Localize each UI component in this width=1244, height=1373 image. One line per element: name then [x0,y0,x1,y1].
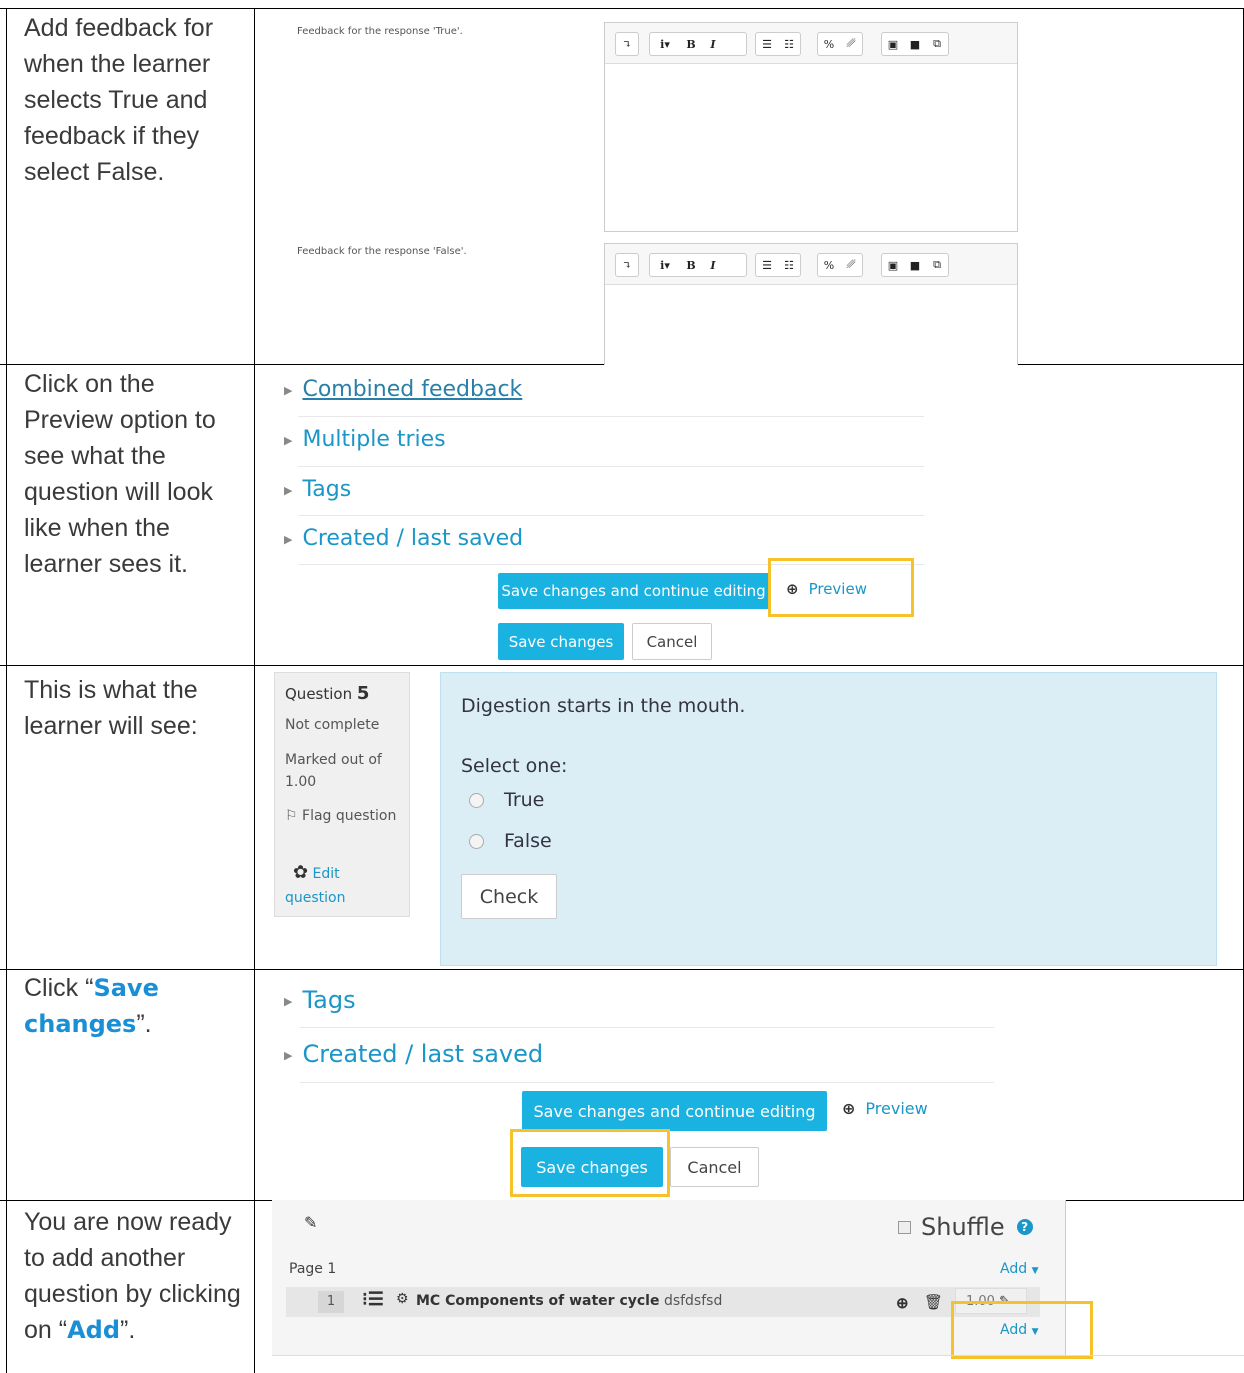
question-number: Question 5 [285,683,370,704]
section-tags[interactable]: ▶ Tags [284,477,351,502]
delete-icon[interactable]: 🗑 [924,1293,943,1311]
video-icon[interactable]: ■ [904,254,926,276]
instruction-save: Click “Save changes”. [24,974,159,1038]
link-icon[interactable]: % [818,33,840,55]
bold-icon[interactable]: B [680,33,702,55]
feedback-false-editor[interactable]: ↴ i ▾ B I ☰ ☷ % ␥ ▣ ■ ⧉ [604,243,1018,365]
question-name[interactable]: MC Components of water cycle dsfdsfsd [416,1293,722,1309]
save-continue-button[interactable]: Save changes and continue editing [522,1091,827,1131]
cancel-button[interactable]: Cancel [632,623,712,660]
unlink-icon[interactable]: ␥ [840,254,862,276]
feedback-true-editor[interactable]: ↴ i ▾ B I ☰ ☷ % ␥ ▣ ■ ⧉ [604,22,1018,232]
unlink-icon[interactable]: ␥ [840,33,862,55]
cancel-button[interactable]: Cancel [670,1147,759,1187]
collapse-icon[interactable]: ↴ [616,33,638,55]
save-continue-button[interactable]: Save changes and continue editing [498,573,769,609]
numbered-list-icon[interactable]: ☷ [778,33,800,55]
highlight-box [768,558,914,617]
question-state: Not complete [285,717,380,733]
radio-false[interactable] [469,834,484,849]
radio-true[interactable] [469,793,484,808]
add-dropdown-top[interactable]: Add ▼ [1000,1261,1038,1277]
video-icon[interactable]: ■ [904,33,926,55]
italic-icon[interactable]: I [702,254,724,276]
italic-icon[interactable]: I [702,33,724,55]
bullet-list-icon[interactable]: ☰ [756,33,778,55]
preview-link[interactable]: ⊕ Preview [842,1099,928,1118]
image-icon[interactable]: ▣ [882,33,904,55]
instruction-learner-view: This is what the learner will see: [24,676,198,740]
italic-menu-icon[interactable]: i ▾ [650,33,680,55]
instruction-preview: Click on the Preview option to see what … [24,370,216,578]
expand-triangle-icon: ▶ [284,483,293,497]
editor-toolbar: ↴ i ▾ B I ☰ ☷ % ␥ ▣ ■ ⧉ [605,244,1017,285]
question-body: Digestion starts in the mouth. Select on… [440,672,1217,966]
section-created-last-saved[interactable]: ▶ Created / last saved [284,1040,543,1068]
caret-down-icon: ▼ [1031,1266,1039,1276]
panel-bottom-border [272,1355,1244,1356]
gear-icon: ✿ [293,862,309,883]
edit-question-link[interactable]: ✿ Edit question [285,861,397,910]
instruction-add: You are now ready to add another questio… [24,1208,241,1344]
section-tags[interactable]: ▶ Tags [284,986,356,1014]
bullet-list-icon[interactable]: ☰ [756,254,778,276]
highlight-box [951,1301,1093,1359]
section-created-last-saved[interactable]: ▶ Created / last saved [284,526,523,551]
multichoice-icon: ⁝☰ [362,1289,384,1309]
slot-number: 1 [318,1291,344,1313]
select-one-label: Select one: [461,755,568,777]
highlight-box [510,1129,670,1197]
expand-triangle-icon: ▶ [284,383,293,397]
numbered-list-icon[interactable]: ☷ [778,254,800,276]
gear-icon[interactable]: ⚙ [396,1290,409,1307]
expand-triangle-icon: ▶ [284,994,293,1008]
question-text: Digestion starts in the mouth. [461,695,746,717]
check-button[interactable]: Check [461,874,557,919]
zoom-in-icon: ⊕ [842,1099,856,1118]
question-info-panel: Question 5 Not complete Marked out of 1.… [274,672,410,917]
italic-menu-icon[interactable]: i ▾ [650,254,680,276]
feedback-true-label: Feedback for the response 'True'. [297,26,463,37]
expand-triangle-icon: ▶ [284,532,293,546]
help-icon[interactable]: ? [1016,1219,1033,1235]
editor-toolbar: ↴ i ▾ B I ☰ ☷ % ␥ ▣ ■ ⧉ [605,23,1017,64]
manage-files-icon[interactable]: ⧉ [926,254,948,276]
expand-triangle-icon: ▶ [284,433,293,447]
section-multiple-tries[interactable]: ▶ Multiple tries [284,427,446,452]
flag-icon: ⚐ [285,808,298,824]
expand-triangle-icon: ▶ [284,1048,293,1062]
option-true[interactable]: True [469,789,544,811]
flag-question-link[interactable]: ⚐ Flag question [285,805,397,827]
option-false[interactable]: False [469,830,552,852]
manage-files-icon[interactable]: ⧉ [926,33,948,55]
feedback-false-label: Feedback for the response 'False'. [297,246,467,257]
shuffle-control[interactable]: Shuffle ? [898,1213,1033,1241]
instruction-feedback: Add feedback for when the learner select… [24,14,214,186]
section-combined-feedback[interactable]: ▶ Combined feedback [284,377,522,402]
preview-question-icon[interactable]: ⊕ [896,1294,909,1312]
collapse-icon[interactable]: ↴ [616,254,638,276]
link-icon[interactable]: % [818,254,840,276]
shuffle-checkbox[interactable] [898,1220,911,1234]
page-label: Page 1 [289,1261,337,1277]
save-changes-button[interactable]: Save changes [498,623,624,660]
bold-icon[interactable]: B [680,254,702,276]
question-marked: Marked out of 1.00 [285,752,382,790]
image-icon[interactable]: ▣ [882,254,904,276]
pencil-icon[interactable]: ✎ [304,1213,317,1233]
